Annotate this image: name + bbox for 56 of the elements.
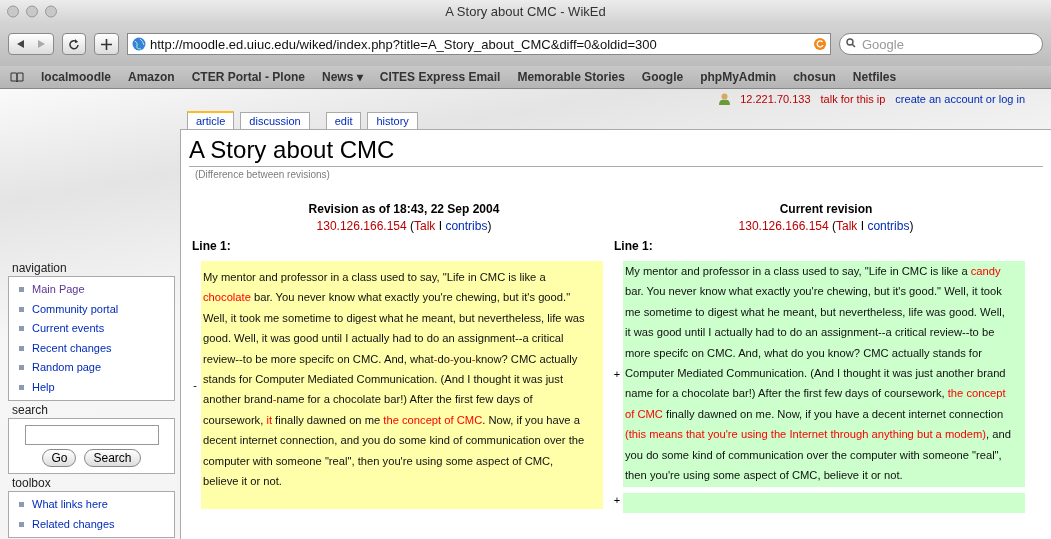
portlet-title: navigation [11, 260, 68, 276]
address-field[interactable]: http://moodle.ed.uiuc.edu/wiked/index.php?title=A_Story_about_CMC&diff=0&oldid=300 [127, 33, 831, 55]
bookmark-link[interactable]: phpMyAdmin [700, 70, 777, 84]
sidebar-link[interactable]: Random page [19, 358, 174, 378]
revision-heading: Current revision [778, 202, 874, 216]
line-label: Line 1: [191, 238, 232, 255]
bookmark-link[interactable]: News ▾ [322, 70, 363, 84]
line-label: Line 1: [613, 238, 654, 255]
login-link[interactable]: create an account or log in [895, 93, 1025, 105]
diff-text: My mentor and professor in a class used to say, "Life in CMC is like a chocolate bar. You never know what exactly you're chewing, but it's good." Well, it took me sometime to digest what he meant, but nevertheless, life was good. Well, it was good until I actually had to do an assignment--a critical review--to be more specifc on CMC. And, what-do-you-know? CMC actually stands for Computer Mediated Communication. (And I thought it was just another brand-name for a chocolate bar!) After the first few days of coursework, it finally dawned on me the concept of CMC. Now, if you have a decent internet connection, and you do some kind of communication over the computer with someone "real", then you're using some aspect of CMC, believe it or not. [201, 261, 603, 510]
diff-marker: + [612, 368, 622, 381]
back-forward-button[interactable] [8, 33, 54, 55]
search-button[interactable]: Search [84, 449, 141, 467]
page-subtitle: (Difference between revisions) [194, 168, 331, 180]
page-tab[interactable]: edit [325, 112, 362, 130]
user-icon [719, 93, 731, 105]
sidebar-link[interactable]: Current events [19, 319, 174, 339]
bookmark-link[interactable]: localmoodle [41, 70, 111, 84]
revision-heading: Revision as of 18:43, 22 Sep 2004 [307, 202, 501, 216]
sidebar-link[interactable]: Help [19, 377, 174, 397]
bookmark-link[interactable]: Memorable Stories [517, 70, 625, 84]
search-field[interactable]: Google [839, 33, 1043, 55]
sidebar-link[interactable]: Community portal [19, 299, 174, 319]
revision-author: 130.126.166.154 (Talk I contribs) [315, 218, 493, 233]
ip-address: 12.221.70.133 [740, 93, 811, 105]
diff-marker: - [192, 379, 198, 392]
search-button[interactable]: Go [42, 449, 77, 467]
add-bookmark-button[interactable] [94, 33, 119, 55]
search-input[interactable] [24, 425, 159, 445]
arrows-icon [15, 39, 47, 49]
page-title: A Story about CMC [189, 136, 1043, 167]
diff-text: My mentor and professor in a class used to say, "Life in CMC is like a candy bar. You never know what exactly you're chewing, but it's good." Well, it took me sometime to digest what he meant, but nevertheless, life was good. Well, it was good until I actually had to do an assignment--a critical review--to be more specifc on CMC. And, what do you know? CMC actually stands for Computer Mediated Communication. (And I thought it was just another brand name for a chocolate bar!) After the first few days of coursework, the concept of CMC finally dawned on me. Now, if you have a decent internet connection (this means that you're using the Internet through anything but a modem), and you do some kind of communication over the computer with someone "real", then you're using some aspect of CMC, believe it or not. [623, 261, 1025, 488]
window-title: A Story about CMC - WikEd [444, 3, 607, 19]
bookmark-link[interactable]: Netfiles [852, 70, 897, 84]
reload-icon [69, 38, 79, 50]
plus-icon [101, 38, 112, 50]
page-tab[interactable]: discussion [240, 112, 310, 130]
bookmark-link[interactable]: CTER Portal - Plone [191, 70, 306, 84]
book-icon[interactable] [10, 71, 24, 83]
globe-icon [132, 37, 146, 51]
revision-author: 130.126.166.154 (Talk I contribs) [737, 218, 915, 233]
bookmark-link[interactable]: Amazon [128, 70, 175, 84]
reload-button[interactable] [62, 33, 86, 55]
diff-marker: + [612, 494, 622, 507]
bookmark-link[interactable]: Google [641, 70, 684, 84]
sidebar-link[interactable]: What links here [19, 495, 174, 515]
sidebar-link[interactable]: Related changes [19, 514, 174, 534]
page-tab[interactable]: history [367, 112, 418, 130]
bookmark-link[interactable]: CITES Express Email [379, 70, 501, 84]
portlet-title: search [11, 402, 50, 418]
bookmark-link[interactable]: chosun [793, 70, 836, 84]
portlet-title: toolbox [11, 475, 52, 491]
search-icon [846, 38, 858, 49]
talk-link[interactable]: talk for this ip [820, 93, 886, 105]
sidebar-link[interactable]: Recent changes [19, 338, 174, 358]
sidebar-link[interactable]: Main Page [19, 280, 174, 300]
